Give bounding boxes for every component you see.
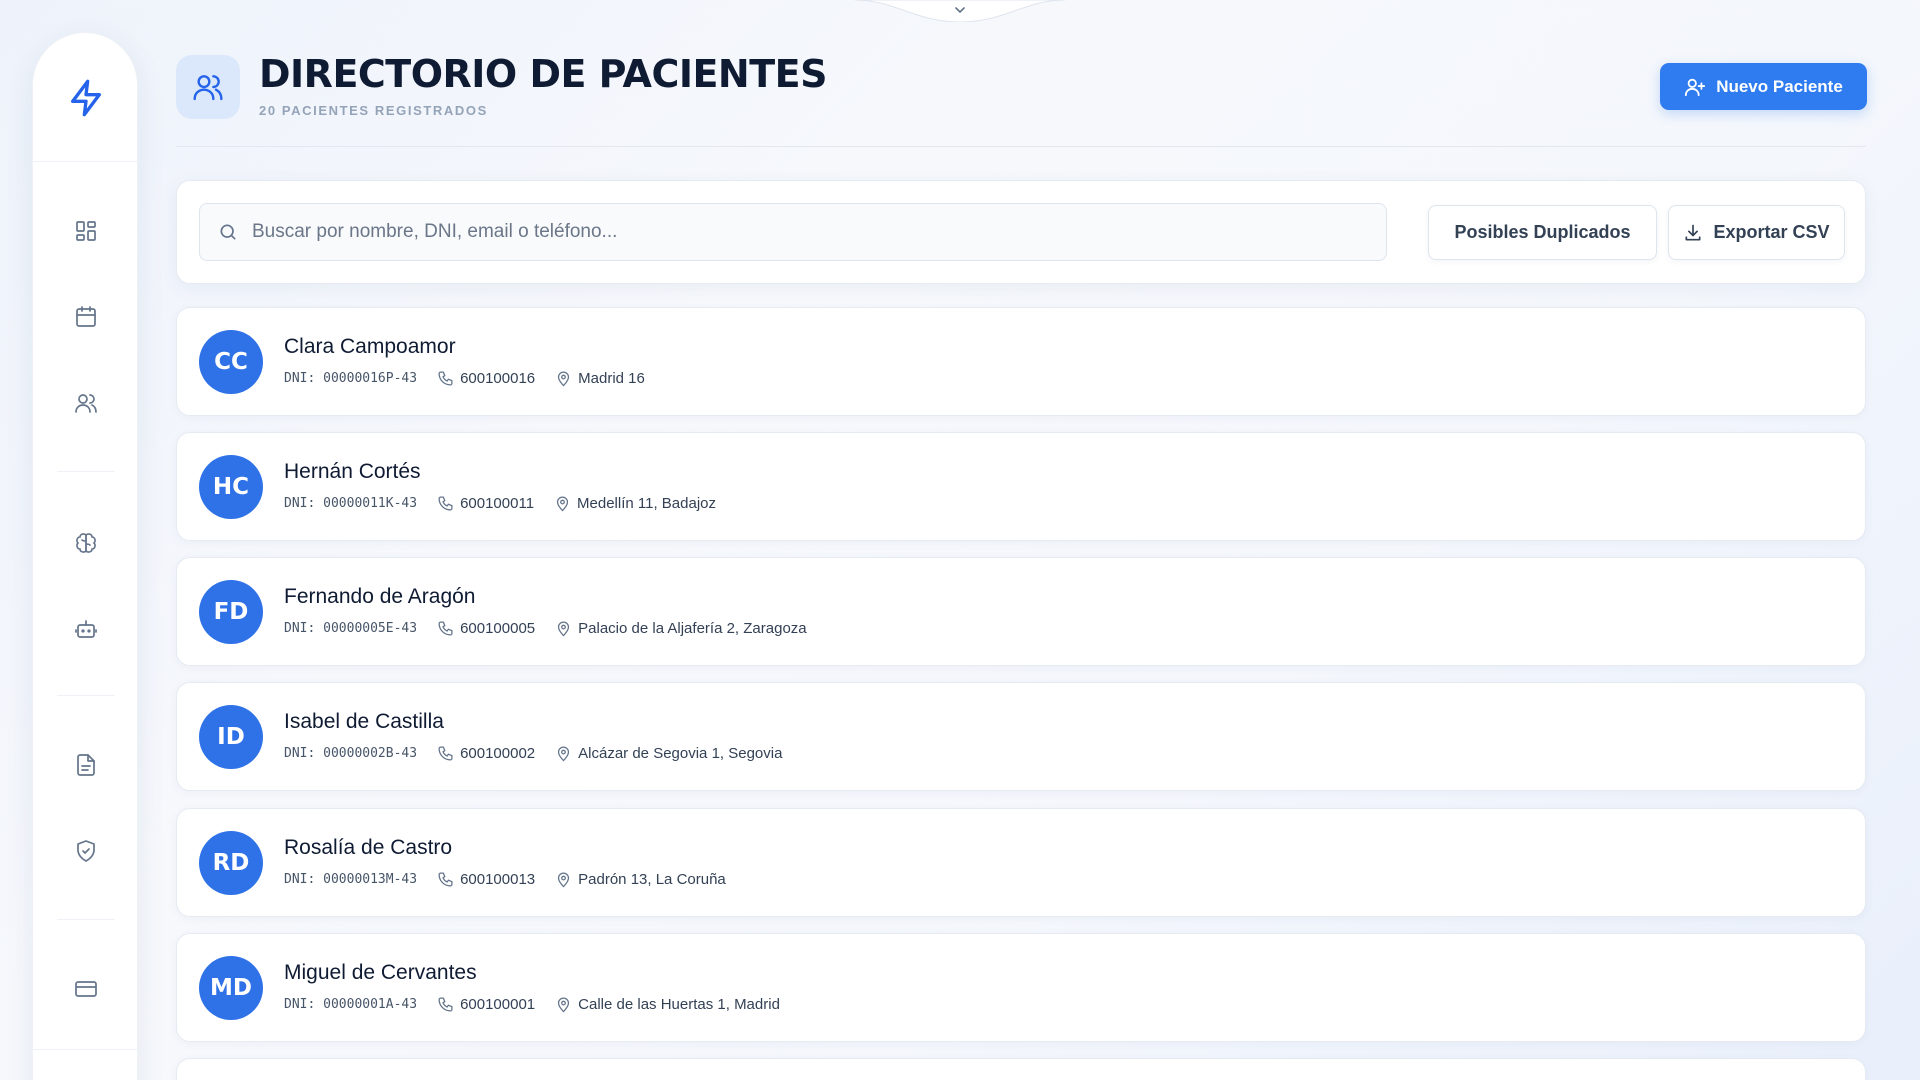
shield-check-icon[interactable] xyxy=(66,831,106,871)
phone-icon xyxy=(438,997,453,1012)
patient-meta: DNI: 00000011K-43 600100011 Medellín 11,… xyxy=(284,495,736,512)
sidebar-divider xyxy=(57,695,115,696)
chevron-down-icon[interactable] xyxy=(952,4,968,16)
patient-card[interactable]: HC Hernán Cortés DNI: 00000011K-43 60010… xyxy=(176,432,1866,541)
patient-card[interactable] xyxy=(176,1058,1866,1080)
search-box[interactable] xyxy=(199,203,1387,261)
patient-meta: DNI: 00000002B-43 600100002 Alcázar de S… xyxy=(284,745,802,762)
header-divider xyxy=(176,146,1866,147)
sidebar xyxy=(32,32,139,1080)
patient-address: Alcázar de Segovia 1, Segovia xyxy=(578,745,783,762)
new-patient-button[interactable]: Nuevo Paciente xyxy=(1660,63,1867,110)
map-pin-icon xyxy=(558,371,570,387)
patient-card[interactable]: CC Clara Campoamor DNI: 00000016P-43 600… xyxy=(176,307,1866,416)
avatar: ID xyxy=(199,705,263,769)
sidebar-divider xyxy=(33,161,139,162)
patient-card[interactable]: FD Fernando de Aragón DNI: 00000005E-43 … xyxy=(176,557,1866,666)
bot-icon[interactable] xyxy=(66,609,106,649)
patient-dni: DNI: 00000011K-43 xyxy=(284,496,418,511)
sidebar-divider xyxy=(33,1049,139,1050)
map-pin-icon xyxy=(558,872,570,888)
patient-phone: 600100005 xyxy=(460,620,536,637)
export-csv-button[interactable]: Exportar CSV xyxy=(1668,205,1845,260)
patient-dni: DNI: 00000001A-43 xyxy=(284,997,418,1012)
page-title: DIRECTORIO DE PACIENTES xyxy=(259,52,827,96)
patient-address: Palacio de la Aljafería 2, Zaragoza xyxy=(578,620,807,637)
avatar: CC xyxy=(199,330,263,394)
patient-count: 20 PACIENTES REGISTRADOS xyxy=(259,103,488,118)
dashboard-grid-icon[interactable] xyxy=(66,211,106,251)
user-plus-icon xyxy=(1685,78,1706,96)
search-icon xyxy=(220,224,236,240)
patient-name: Rosalía de Castro xyxy=(284,836,453,859)
map-pin-icon xyxy=(558,746,570,762)
patient-dni: DNI: 00000013M-43 xyxy=(284,872,418,887)
patient-meta: DNI: 00000001A-43 600100001 Calle de las… xyxy=(284,996,800,1013)
patient-phone: 600100016 xyxy=(460,370,536,387)
new-patient-label: Nuevo Paciente xyxy=(1716,76,1843,96)
search-input[interactable] xyxy=(252,221,1352,243)
phone-icon xyxy=(438,872,453,887)
users-header-icon xyxy=(176,55,240,119)
phone-icon xyxy=(438,621,453,636)
phone-icon xyxy=(438,496,453,511)
patient-address: Medellín 11, Badajoz xyxy=(577,495,717,512)
patient-name: Miguel de Cervantes xyxy=(284,961,477,984)
patient-name: Isabel de Castilla xyxy=(284,710,444,733)
map-pin-icon xyxy=(558,997,570,1013)
patient-name: Hernán Cortés xyxy=(284,460,421,483)
patient-meta: DNI: 00000016P-43 600100016 Madrid 16 xyxy=(284,370,665,387)
brain-icon[interactable] xyxy=(66,523,106,563)
patient-address: Madrid 16 xyxy=(578,370,645,387)
patient-dni: DNI: 00000016P-43 xyxy=(284,371,418,386)
patient-phone: 600100002 xyxy=(460,745,536,762)
patient-meta: DNI: 00000005E-43 600100005 Palacio de l… xyxy=(284,620,827,637)
avatar: RD xyxy=(199,831,263,895)
avatar: MD xyxy=(199,956,263,1020)
patient-card[interactable]: RD Rosalía de Castro DNI: 00000013M-43 6… xyxy=(176,808,1866,917)
patient-phone: 600100011 xyxy=(460,495,535,512)
phone-icon xyxy=(438,746,453,761)
download-icon xyxy=(1685,224,1701,240)
patient-dni: DNI: 00000005E-43 xyxy=(284,621,418,636)
patient-dni: DNI: 00000002B-43 xyxy=(284,746,418,761)
possible-duplicates-label: Posibles Duplicados xyxy=(1454,222,1631,242)
patient-card[interactable]: MD Miguel de Cervantes DNI: 00000001A-43… xyxy=(176,933,1866,1042)
sidebar-divider xyxy=(57,919,115,920)
export-csv-label: Exportar CSV xyxy=(1713,222,1830,242)
avatar: HC xyxy=(199,455,263,519)
possible-duplicates-button[interactable]: Posibles Duplicados xyxy=(1428,205,1657,260)
calendar-icon[interactable] xyxy=(66,297,106,337)
search-panel: Posibles Duplicados Exportar CSV xyxy=(176,180,1866,284)
document-icon[interactable] xyxy=(66,745,106,785)
avatar: FD xyxy=(199,580,263,644)
patient-phone: 600100013 xyxy=(460,871,536,888)
patient-address: Calle de las Huertas 1, Madrid xyxy=(578,996,780,1013)
map-pin-icon xyxy=(556,496,569,512)
patient-phone: 600100001 xyxy=(460,996,536,1013)
map-pin-icon xyxy=(558,621,570,637)
users-icon[interactable] xyxy=(66,383,106,423)
sidebar-divider xyxy=(57,471,115,472)
lightning-logo-icon[interactable] xyxy=(33,63,139,133)
patient-meta: DNI: 00000013M-43 600100013 Padrón 13, L… xyxy=(284,871,746,888)
patient-name: Clara Campoamor xyxy=(284,335,456,358)
patient-card[interactable]: ID Isabel de Castilla DNI: 00000002B-43 … xyxy=(176,682,1866,791)
patient-address: Padrón 13, La Coruña xyxy=(578,871,726,888)
credit-card-icon[interactable] xyxy=(66,969,106,1009)
patient-name: Fernando de Aragón xyxy=(284,585,476,608)
phone-icon xyxy=(438,371,453,386)
